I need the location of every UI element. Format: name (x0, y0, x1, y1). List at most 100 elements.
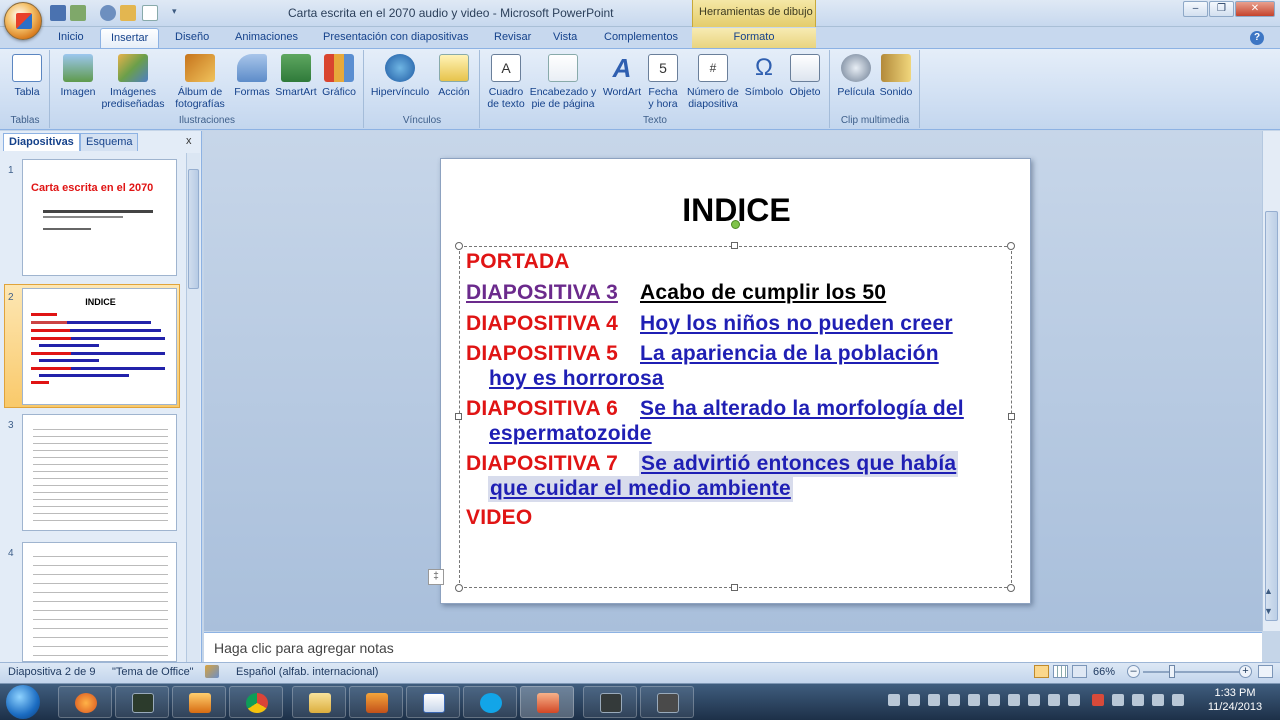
zoom-slider-thumb[interactable] (1169, 665, 1175, 678)
fit-to-window-icon[interactable] (1258, 665, 1273, 678)
next-slide-icon[interactable]: ▼ (1264, 606, 1273, 616)
resize-handle-tr[interactable] (1007, 242, 1015, 250)
slide-thumbnail-2[interactable]: INDICE (22, 288, 177, 405)
tab-complementos[interactable]: Complementos (594, 28, 688, 48)
pelicula-button[interactable]: Película (836, 52, 876, 98)
help-icon[interactable]: ? (1250, 31, 1264, 45)
notes-pane[interactable]: Haga clic para agregar notas (204, 632, 1262, 662)
tab-diseno[interactable]: Diseño (165, 28, 219, 48)
imagenes-prediseñadas-button[interactable]: Imágenes prediseñadas (100, 52, 166, 110)
taskbar-chrome[interactable] (229, 686, 283, 718)
tab-diapositivas[interactable]: Diapositivas (3, 133, 80, 151)
sonido-button[interactable]: Sonido (878, 52, 914, 98)
tab-vista[interactable]: Vista (543, 28, 587, 48)
slide-thumbnail-4[interactable] (22, 542, 177, 662)
normal-view-icon[interactable] (1034, 665, 1049, 678)
resize-handle-t[interactable] (731, 242, 738, 249)
new-document-icon[interactable] (142, 5, 158, 21)
zoom-in-icon[interactable]: + (1239, 665, 1252, 678)
tab-inicio[interactable]: Inicio (48, 28, 94, 48)
tab-formato[interactable]: Formato (692, 28, 816, 48)
smartart-button[interactable]: SmartArt (274, 52, 318, 98)
tray-network-icon[interactable] (1172, 694, 1184, 706)
tab-revisar[interactable]: Revisar (484, 28, 541, 48)
panel-scrollbar[interactable] (186, 153, 200, 662)
item-d6-link[interactable]: Se ha alterado la morfología del (640, 397, 964, 421)
tab-animaciones[interactable]: Animaciones (225, 28, 308, 48)
tray-icon-10[interactable] (1068, 694, 1080, 706)
resize-handle-br[interactable] (1007, 584, 1015, 592)
undo-icon[interactable] (100, 5, 116, 21)
taskbar-app-3[interactable] (172, 686, 226, 718)
resize-handle-l[interactable] (455, 413, 462, 420)
item-d6-link-cont[interactable]: espermatozoide (489, 422, 652, 446)
zoom-slider-track[interactable] (1143, 671, 1239, 673)
objeto-button[interactable]: Objeto (786, 52, 824, 98)
simbolo-button[interactable]: Ω Símbolo (744, 52, 784, 98)
item-portada[interactable]: PORTADA (466, 250, 570, 274)
item-d3-label[interactable]: DIAPOSITIVA 3 (466, 281, 618, 305)
tab-esquema[interactable]: Esquema (80, 133, 139, 151)
zoom-out-icon[interactable]: – (1127, 665, 1140, 678)
taskbar-firefox[interactable] (58, 686, 112, 718)
item-d7-link[interactable]: Se advirtió entonces que había (639, 451, 959, 477)
tray-icon-7[interactable] (1008, 694, 1020, 706)
tray-icon-11[interactable] (1092, 694, 1104, 706)
taskbar-explorer[interactable] (292, 686, 346, 718)
quick-access-icon[interactable] (70, 5, 86, 21)
scroll-thumb[interactable] (1265, 211, 1278, 621)
item-video[interactable]: VIDEO (466, 506, 532, 530)
save-icon[interactable] (50, 5, 66, 21)
tray-icon-1[interactable] (888, 694, 900, 706)
tray-icon-3[interactable] (928, 694, 940, 706)
customize-qat-icon[interactable]: ▾ (172, 6, 177, 17)
panel-scroll-thumb[interactable] (188, 169, 199, 289)
open-folder-icon[interactable] (120, 5, 136, 21)
slide-thumbnail-3[interactable] (22, 414, 177, 531)
tray-icon-8[interactable] (1028, 694, 1040, 706)
formas-button[interactable]: Formas (234, 52, 270, 98)
grafico-button[interactable]: Gráfico (320, 52, 358, 98)
tray-icon-5[interactable] (968, 694, 980, 706)
item-d5-label[interactable]: DIAPOSITIVA 5 (466, 342, 618, 366)
close-button[interactable]: ✕ (1235, 1, 1275, 17)
item-d3-link[interactable]: Acabo de cumplir los 50 (640, 281, 886, 305)
accion-button[interactable]: Acción (434, 52, 474, 98)
item-d7-link-cont[interactable]: que cuidar el medio ambiente (488, 476, 793, 502)
tabla-button[interactable]: Tabla (8, 52, 46, 98)
item-d6-label[interactable]: DIAPOSITIVA 6 (466, 397, 618, 421)
minimize-button[interactable]: – (1183, 1, 1208, 17)
cuadro-texto-button[interactable]: A Cuadro de texto (484, 52, 528, 110)
item-d5-link[interactable]: La apariencia de la población (640, 342, 939, 366)
start-button[interactable] (6, 685, 40, 719)
taskbar-app-6[interactable] (349, 686, 403, 718)
taskbar-skype[interactable] (463, 686, 517, 718)
rotate-handle[interactable] (731, 220, 740, 229)
resize-handle-b[interactable] (731, 584, 738, 591)
numero-diapositiva-button[interactable]: # Número de diapositiva (684, 52, 742, 110)
tray-icon-6[interactable] (988, 694, 1000, 706)
close-panel-button[interactable]: x (186, 135, 192, 147)
encabezado-button[interactable]: Encabezado y pie de página (528, 52, 598, 110)
prev-slide-icon[interactable]: ▲ (1264, 586, 1273, 596)
taskbar-clock[interactable]: 1:33 PM 11/24/2013 (1195, 686, 1275, 714)
tray-icon-12[interactable] (1112, 694, 1124, 706)
slide-thumbnail-1[interactable]: Carta escrita en el 2070 (22, 159, 177, 276)
status-language[interactable]: Español (alfab. internacional) (236, 666, 378, 678)
item-d4-label[interactable]: DIAPOSITIVA 4 (466, 312, 618, 336)
tray-icon-4[interactable] (948, 694, 960, 706)
tray-icon-9[interactable] (1048, 694, 1060, 706)
restore-button[interactable]: ❐ (1209, 1, 1234, 17)
tray-icon-2[interactable] (908, 694, 920, 706)
wordart-button[interactable]: A WordArt (600, 52, 644, 98)
resize-handle-bl[interactable] (455, 584, 463, 592)
album-button[interactable]: Álbum de fotografías (168, 52, 232, 110)
spelling-check-icon[interactable] (205, 665, 219, 678)
imagen-button[interactable]: Imagen (58, 52, 98, 98)
vertical-scrollbar[interactable] (1262, 131, 1280, 631)
autofit-options-icon[interactable]: ‡ (428, 569, 444, 585)
slide-sorter-icon[interactable] (1053, 665, 1068, 678)
tray-flag-icon[interactable] (1152, 694, 1164, 706)
taskbar-powerpoint[interactable] (520, 686, 574, 718)
zoom-percent[interactable]: 66% (1093, 666, 1115, 678)
